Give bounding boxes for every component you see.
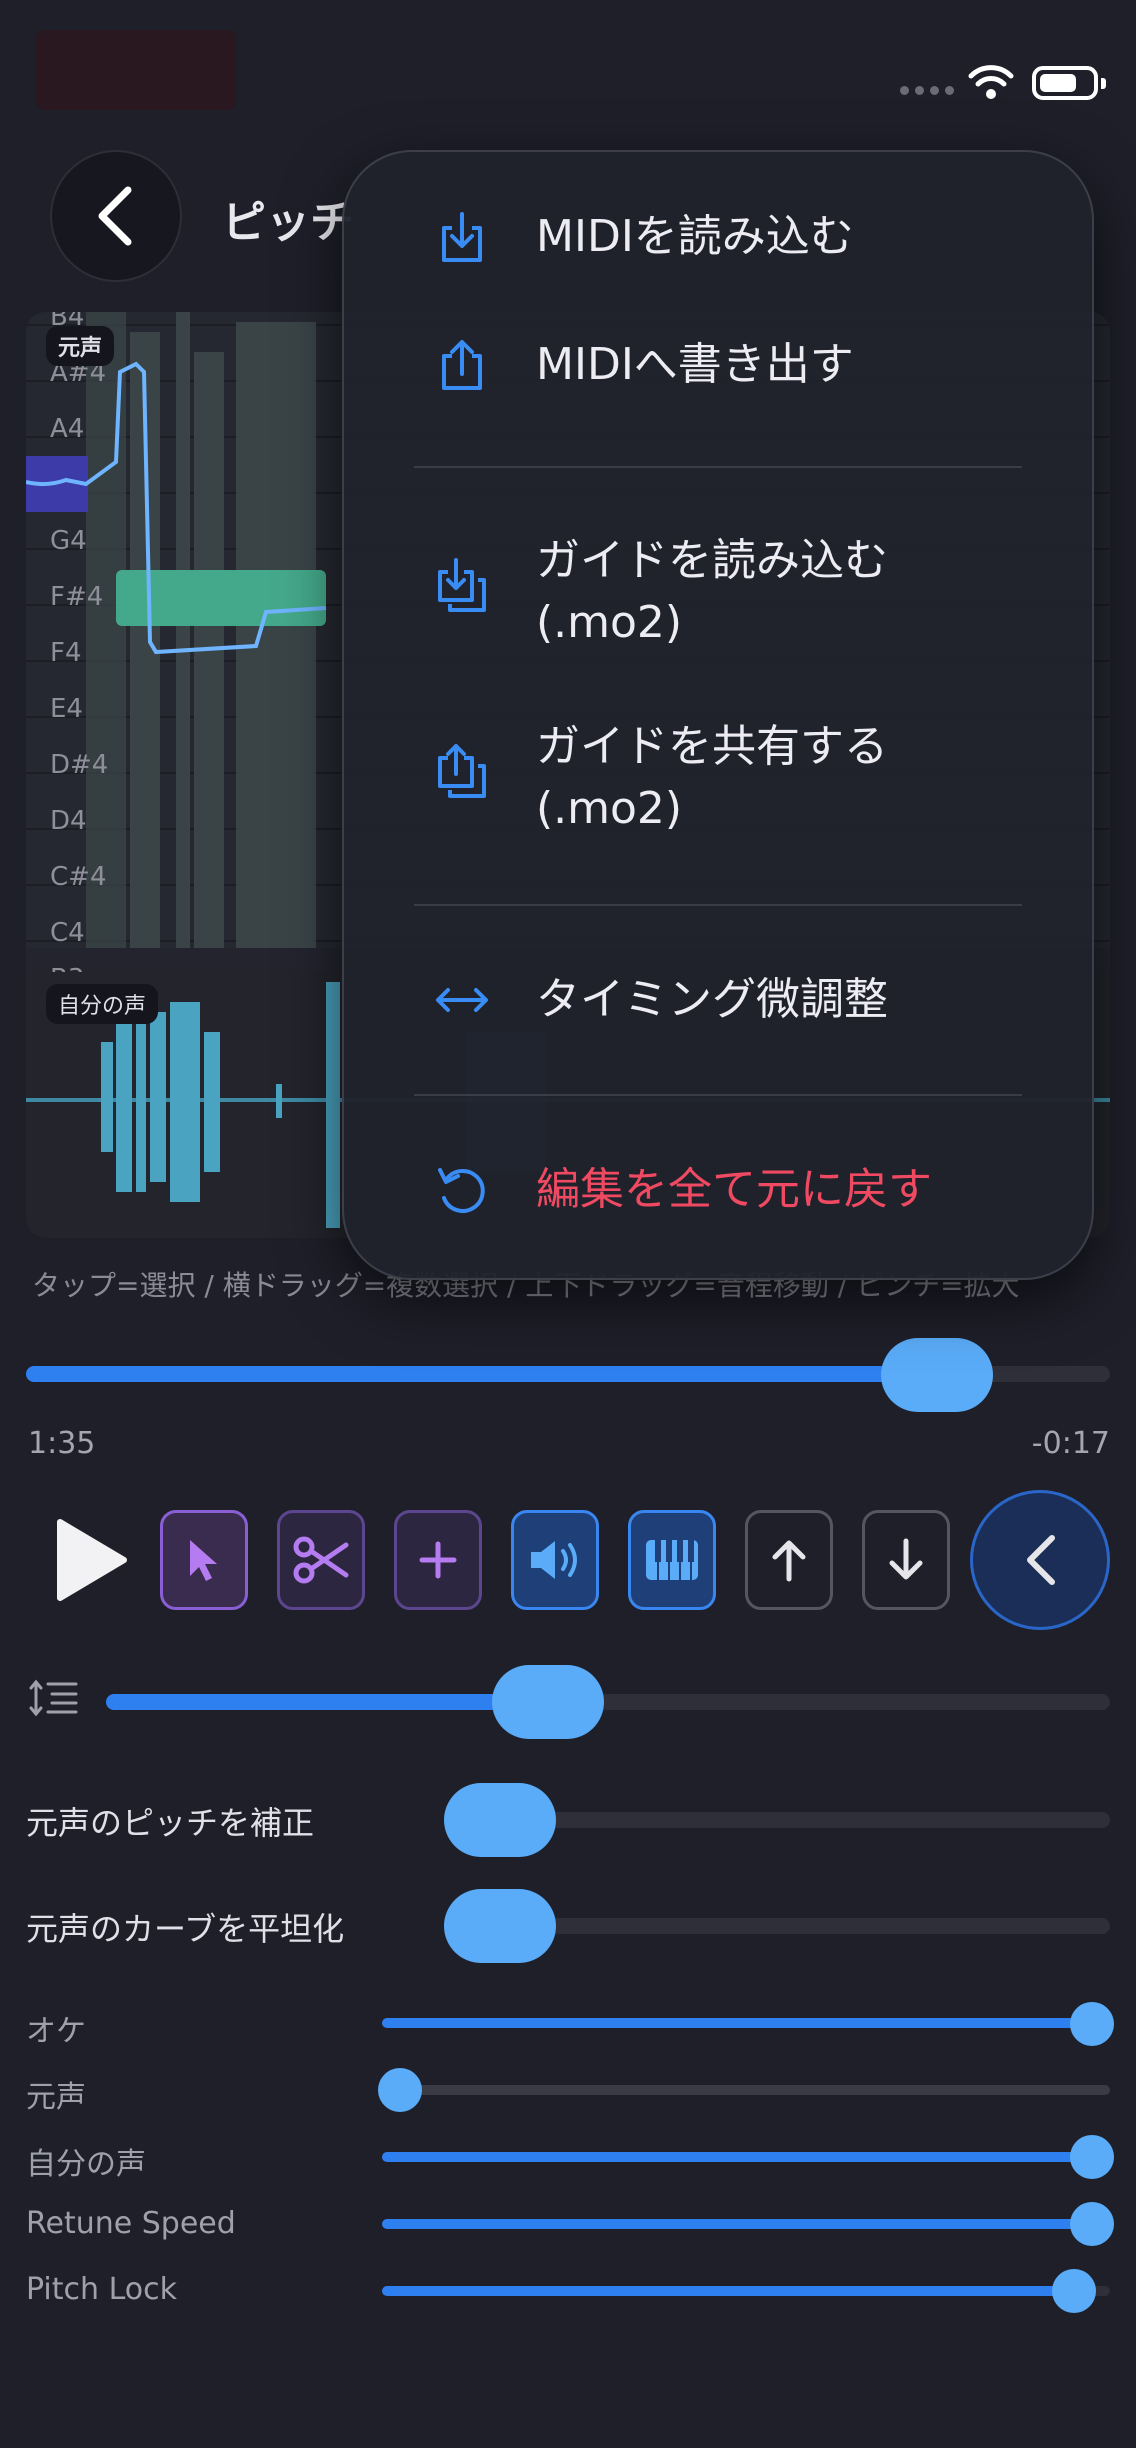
menu-item-label: タイミング微調整 [536,974,888,1026]
retune-speed-knob[interactable] [1070,2202,1114,2246]
menu-item-label: ガイドを共有する (.mo2) [536,721,888,834]
options-menu: MIDIを読み込む MIDIへ書き出す ガイドを読み込む (.mo2) ガイドを共… [342,150,1094,1280]
slider-fill [382,2152,1110,2162]
zoom-slider[interactable] [106,1694,1110,1710]
arrow-up-icon [772,1540,806,1582]
self-volume-knob[interactable] [1070,2135,1114,2179]
menu-item-import-midi[interactable]: MIDIを読み込む [344,192,1092,282]
line-spacing-icon [29,1679,78,1717]
correct-pitch-knob[interactable] [444,1783,556,1857]
backing-volume-knob[interactable] [1070,2002,1114,2046]
cellular-signal-icon [900,86,954,95]
piano-toggle-button[interactable] [628,1510,716,1610]
self-voice-badge: 自分の声 [46,984,159,1024]
note-label: D#4 [50,750,109,780]
menu-item-label: MIDIを読み込む [536,211,854,263]
battery-icon [1032,66,1106,100]
undo-icon [438,1168,485,1213]
zoom-fill [106,1694,548,1710]
pitch-lock-knob[interactable] [1051,2269,1096,2313]
speaker-icon [531,1541,577,1579]
mixer-label-backing: オケ [26,2014,86,2049]
flatten-curve-knob[interactable] [444,1889,556,1963]
menu-divider [414,466,1022,468]
note-label: F#4 [50,582,104,612]
wifi-icon [968,65,1014,99]
page-title: ピッチ [222,197,354,248]
original-voice-badge: 元声 [46,326,115,366]
import-icon [442,212,482,262]
scissors-icon [293,1536,349,1584]
backing-volume-slider[interactable] [382,2018,1110,2028]
pitch-curve [26,361,327,655]
original-volume-knob[interactable] [378,2068,422,2112]
menu-item-label: MIDIへ書き出す [536,339,854,391]
cut-tool-button[interactable] [277,1510,365,1610]
arrows-horizontal-icon [436,988,488,1012]
menu-divider [414,904,1022,906]
back-button[interactable] [50,150,182,282]
chevron-left-icon [98,186,132,246]
note-label: E4 [50,694,83,724]
pitch-up-button[interactable] [745,1510,833,1610]
self-volume-slider[interactable] [382,2152,1110,2162]
elapsed-time: 1:35 [28,1426,96,1461]
mixer-label-pitch-lock: Pitch Lock [26,2272,177,2307]
note-label: G4 [50,526,87,556]
slider-fill [382,2286,1074,2296]
pointer-icon [190,1540,217,1581]
slider-fill [382,2219,1110,2229]
menu-divider [414,1094,1022,1096]
menu-item-revert-all[interactable]: 編集を全て元に戻す [344,1142,1092,1238]
note-label: A4 [50,414,85,444]
menu-item-label: 編集を全て元に戻す [536,1164,932,1216]
share-stack-icon [438,744,486,798]
select-tool-button[interactable] [160,1510,248,1610]
toggle-menu-button[interactable] [970,1490,1110,1630]
menu-item-label: ガイドを読み込む (.mo2) [536,535,888,648]
playback-progress [26,1366,937,1382]
pitch-down-button[interactable] [862,1510,950,1610]
menu-item-timing-adjust[interactable]: タイミング微調整 [344,952,1092,1048]
original-volume-slider[interactable] [382,2085,1110,2095]
piano-icon [646,1540,698,1580]
flatten-curve-label: 元声のカーブを平坦化 [26,1910,345,1948]
arrow-down-icon [889,1538,923,1580]
note-label: C4 [50,918,85,948]
note-label: F4 [50,638,82,668]
zoom-knob[interactable] [491,1665,604,1739]
pitch-lock-slider[interactable] [382,2286,1110,2296]
plus-icon [419,1541,457,1579]
menu-item-share-guide[interactable]: ガイドを共有する (.mo2) [344,708,1092,838]
playback-knob[interactable] [880,1338,993,1412]
remaining-time: -0:17 [1031,1426,1110,1461]
mixer-label-self: 自分の声 [26,2147,146,2182]
correct-pitch-label: 元声のピッチを補正 [26,1804,315,1842]
sound-toggle-button[interactable] [511,1510,599,1610]
note-label: C#4 [50,862,107,892]
chevron-left-icon [1027,1535,1055,1585]
slider-fill [382,2018,1110,2028]
add-tool-button[interactable] [394,1510,482,1610]
mixer-label-retune-speed: Retune Speed [26,2206,236,2241]
note-label: D4 [50,806,87,836]
mixer-label-original: 元声 [26,2080,86,2115]
import-stack-icon [438,558,486,612]
menu-item-import-guide[interactable]: ガイドを読み込む (.mo2) [344,522,1092,652]
retune-speed-slider[interactable] [382,2219,1110,2229]
status-bar-time [36,30,236,110]
menu-item-export-midi[interactable]: MIDIへ書き出す [344,320,1092,410]
play-button[interactable] [50,1516,130,1604]
export-icon [442,340,482,390]
